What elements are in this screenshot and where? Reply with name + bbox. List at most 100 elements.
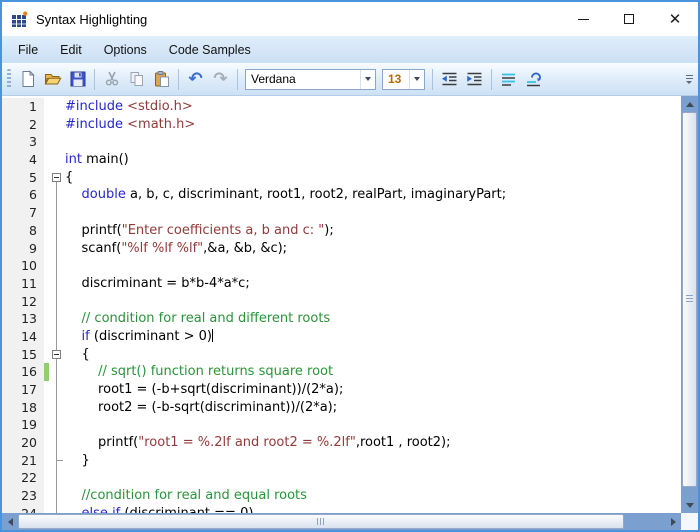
scrollbar-grip-icon (317, 518, 326, 525)
code-line-text[interactable]: printf("Enter coefficients a, b and c: "… (65, 222, 681, 240)
code-line[interactable]: 2#include <math.h> (2, 116, 681, 134)
fold-margin (49, 133, 65, 151)
code-line[interactable]: 14 if (discriminant > 0) (2, 328, 681, 346)
line-number: 13 (2, 310, 44, 328)
fold-toggle-icon[interactable] (52, 350, 61, 359)
horizontal-scrollbar[interactable] (2, 513, 681, 530)
code-line-text[interactable] (65, 133, 681, 151)
code-line[interactable]: 12 (2, 293, 681, 311)
line-number: 17 (2, 381, 44, 399)
cut-button[interactable] (99, 67, 124, 92)
font-size-dropdown-arrow[interactable] (409, 70, 424, 89)
code-line-text[interactable]: else if (discriminant == 0) (65, 505, 681, 513)
menu-file[interactable]: File (7, 36, 49, 63)
code-line[interactable]: 1#include <stdio.h> (2, 98, 681, 116)
code-line[interactable]: 18 root2 = (-b-sqrt(discriminant))/(2*a)… (2, 399, 681, 417)
paste-button[interactable] (149, 67, 174, 92)
code-line-text[interactable]: if (discriminant > 0) (65, 328, 681, 346)
code-line[interactable]: 15 { (2, 346, 681, 364)
font-size-combobox[interactable]: 13 (382, 69, 425, 90)
code-line[interactable]: 10 (2, 257, 681, 275)
code-line[interactable]: 5{ (2, 169, 681, 187)
code-line[interactable]: 24 else if (discriminant == 0) (2, 505, 681, 513)
code-line-text[interactable]: { (65, 169, 681, 187)
code-line-text[interactable]: // condition for real and different root… (65, 310, 681, 328)
code-line-text[interactable]: double a, b, c, discriminant, root1, roo… (65, 186, 681, 204)
scroll-down-button[interactable] (681, 497, 698, 513)
title-bar: Syntax Highlighting ✕ (2, 2, 698, 36)
code-line[interactable]: 7 (2, 204, 681, 222)
decrease-indent-button[interactable] (437, 67, 462, 92)
code-line[interactable]: 22 (2, 469, 681, 487)
code-line-text[interactable]: #include <stdio.h> (65, 98, 681, 116)
code-line-text[interactable]: { (65, 346, 681, 364)
font-name-combobox[interactable]: Verdana (245, 69, 376, 90)
code-line-text[interactable]: root1 = (-b+sqrt(discriminant))/(2*a); (65, 381, 681, 399)
code-line-text[interactable]: root2 = (-b-sqrt(discriminant))/(2*a); (65, 399, 681, 417)
code-line[interactable]: 3 (2, 133, 681, 151)
code-line[interactable]: 6 double a, b, c, discriminant, root1, r… (2, 186, 681, 204)
line-number: 15 (2, 346, 44, 364)
menu-edit[interactable]: Edit (49, 36, 93, 63)
code-line-text[interactable] (65, 204, 681, 222)
code-line[interactable]: 16 // sqrt() function returns square roo… (2, 363, 681, 381)
fold-margin (49, 98, 65, 116)
fold-margin (49, 434, 65, 452)
scroll-left-button[interactable] (2, 513, 18, 530)
code-line[interactable]: 20 printf("root1 = %.2lf and root2 = %.2… (2, 434, 681, 452)
fold-margin[interactable] (49, 346, 65, 364)
code-line-text[interactable]: scanf("%lf %lf %lf",&a, &b, &c); (65, 240, 681, 258)
code-line-text[interactable]: discriminant = b*b-4*a*c; (65, 275, 681, 293)
code-line-text[interactable]: // sqrt() function returns square root (65, 363, 681, 381)
minimize-button[interactable] (560, 2, 606, 36)
horizontal-scrollbar-thumb[interactable] (18, 514, 624, 529)
code-line-text[interactable]: #include <math.h> (65, 116, 681, 134)
fold-toggle-icon[interactable] (52, 173, 61, 182)
code-line-text[interactable] (65, 257, 681, 275)
font-name-value: Verdana (246, 72, 360, 86)
scroll-up-button[interactable] (681, 96, 698, 112)
code-line-text[interactable]: //condition for real and equal roots (65, 487, 681, 505)
code-line-text[interactable] (65, 469, 681, 487)
toolbar-grip[interactable] (7, 69, 11, 89)
open-file-button[interactable] (40, 67, 65, 92)
word-wrap-button[interactable] (521, 67, 546, 92)
code-line-text[interactable] (65, 416, 681, 434)
vertical-scrollbar[interactable] (681, 96, 698, 513)
line-number: 9 (2, 240, 44, 258)
new-file-button[interactable] (15, 67, 40, 92)
scroll-right-button[interactable] (665, 513, 681, 530)
code-line[interactable]: 4int main() (2, 151, 681, 169)
code-line[interactable]: 17 root1 = (-b+sqrt(discriminant))/(2*a)… (2, 381, 681, 399)
code-line[interactable]: 19 (2, 416, 681, 434)
menu-options[interactable]: Options (93, 36, 158, 63)
code-line[interactable]: 23 //condition for real and equal roots (2, 487, 681, 505)
copy-button[interactable] (124, 67, 149, 92)
code-line[interactable]: 11 discriminant = b*b-4*a*c; (2, 275, 681, 293)
vertical-scrollbar-thumb[interactable] (682, 112, 697, 487)
code-line-text[interactable]: int main() (65, 151, 681, 169)
toolbar-overflow-button[interactable] (684, 75, 695, 84)
increase-indent-button[interactable] (462, 67, 487, 92)
code-line[interactable]: 21 } (2, 452, 681, 470)
code-line[interactable]: 9 scanf("%lf %lf %lf",&a, &b, &c); (2, 240, 681, 258)
close-button[interactable]: ✕ (652, 2, 698, 36)
save-button[interactable] (65, 67, 90, 92)
line-number: 14 (2, 328, 44, 346)
line-number: 16 (2, 363, 44, 381)
code-line-text[interactable]: printf("root1 = %.2lf and root2 = %.2lf"… (65, 434, 681, 452)
fold-margin (49, 328, 65, 346)
undo-button[interactable]: ↶ (183, 67, 208, 92)
fold-margin[interactable] (49, 169, 65, 187)
menu-code-samples[interactable]: Code Samples (158, 36, 262, 63)
highlight-lines-button[interactable] (496, 67, 521, 92)
code-line[interactable]: 13 // condition for real and different r… (2, 310, 681, 328)
app-icon (11, 11, 28, 28)
code-line-text[interactable] (65, 293, 681, 311)
code-line[interactable]: 8 printf("Enter coefficients a, b and c:… (2, 222, 681, 240)
code-line-text[interactable]: } (65, 452, 681, 470)
maximize-button[interactable] (606, 2, 652, 36)
editor-body[interactable]: 1#include <stdio.h>2#include <math.h>34i… (2, 96, 681, 513)
redo-button[interactable]: ↷ (208, 67, 233, 92)
font-name-dropdown-arrow[interactable] (360, 70, 375, 89)
